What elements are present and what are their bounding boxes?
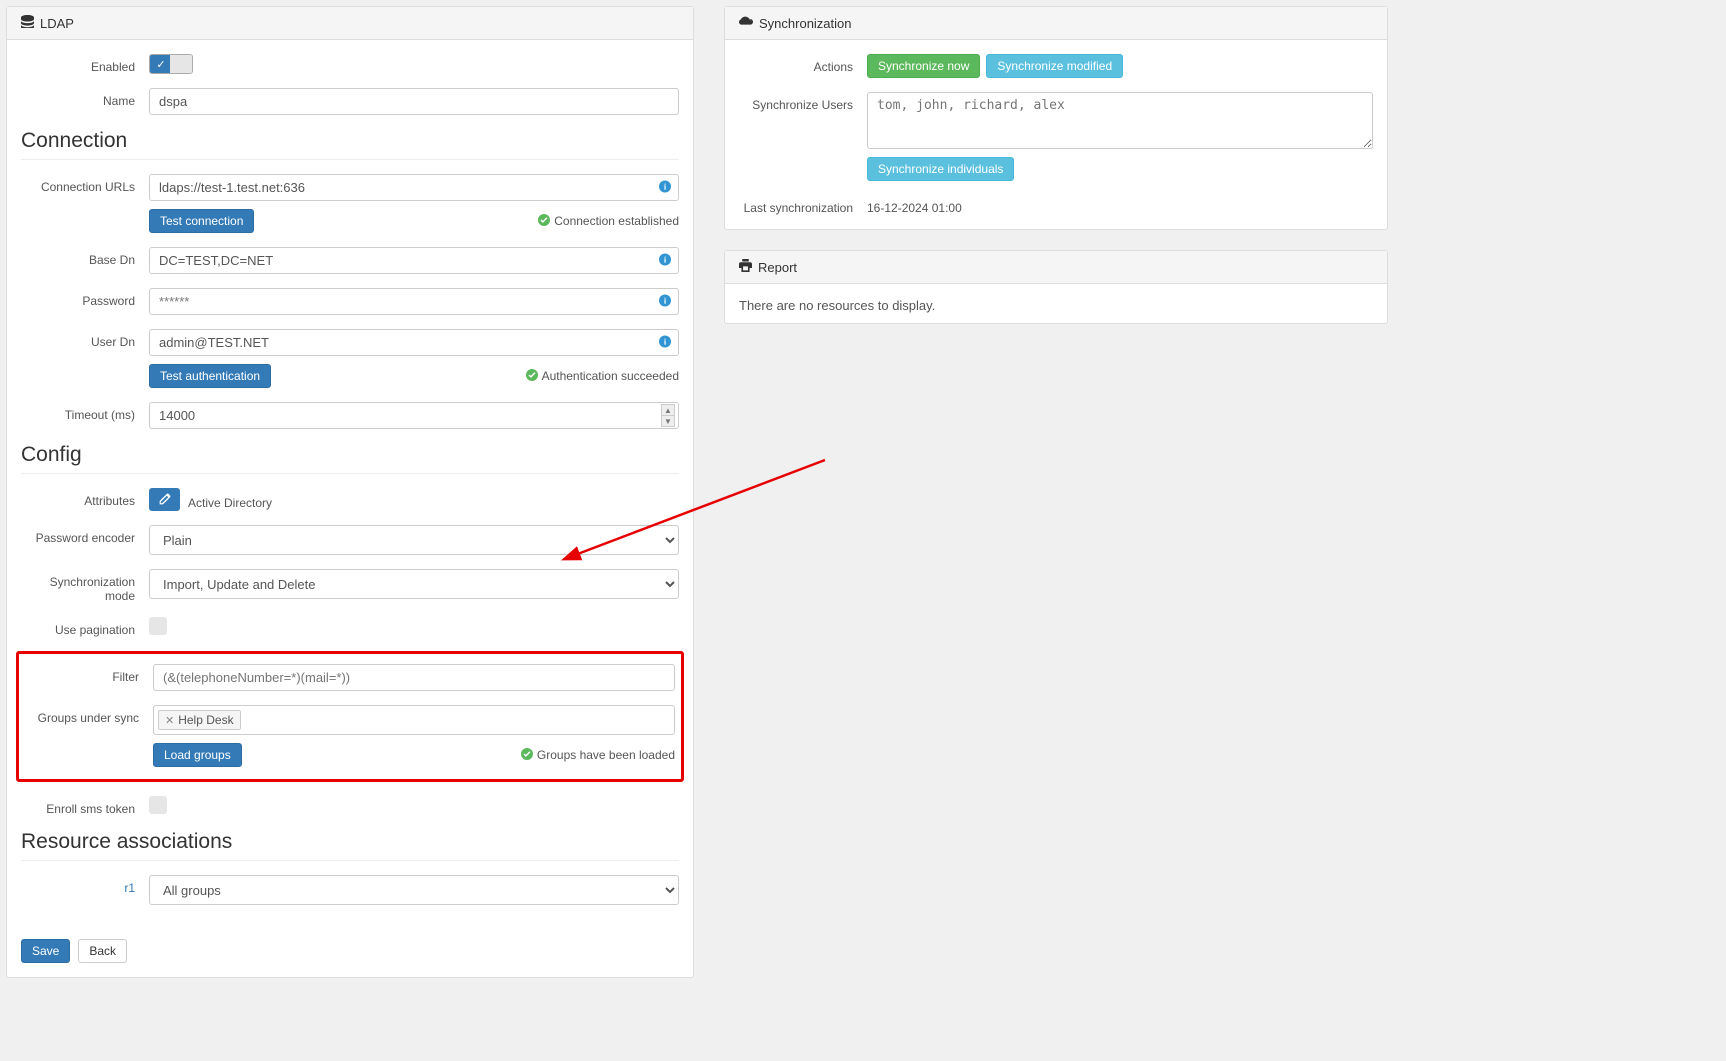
- report-panel-header: Report: [725, 251, 1387, 284]
- save-button[interactable]: Save: [21, 939, 70, 963]
- attributes-text: Active Directory: [188, 490, 272, 510]
- print-icon: [739, 259, 752, 275]
- report-empty-text: There are no resources to display.: [739, 298, 935, 313]
- last-sync-label: Last synchronization: [739, 195, 867, 215]
- base-dn-field[interactable]: [149, 247, 679, 274]
- filter-field[interactable]: [153, 664, 675, 691]
- password-label: Password: [21, 288, 149, 308]
- connection-urls-field[interactable]: [149, 174, 679, 201]
- test-connection-button[interactable]: Test connection: [149, 209, 254, 233]
- last-sync-value: 16-12-2024 01:00: [867, 195, 962, 215]
- check-circle-icon: [526, 369, 538, 384]
- name-label: Name: [21, 88, 149, 108]
- config-section-title: Config: [21, 443, 679, 474]
- sync-panel-header: Synchronization: [725, 7, 1387, 40]
- panel-title: LDAP: [40, 16, 74, 31]
- groups-label: Groups under sync: [25, 705, 153, 725]
- sync-now-button[interactable]: Synchronize now: [867, 54, 980, 78]
- sync-mode-select[interactable]: Import, Update and Delete: [149, 569, 679, 599]
- report-panel: Report There are no resources to display…: [724, 250, 1388, 324]
- enroll-sms-label: Enroll sms token: [21, 796, 149, 816]
- remove-tag-icon[interactable]: ✕: [165, 714, 174, 727]
- check-circle-icon: [538, 214, 550, 229]
- pwd-encoder-label: Password encoder: [21, 525, 149, 545]
- timeout-field[interactable]: [149, 402, 679, 429]
- sync-modified-button[interactable]: Synchronize modified: [986, 54, 1123, 78]
- highlight-annotation: Filter Groups under sync ✕ Help Desk: [16, 651, 684, 782]
- auth-status: Authentication succeeded: [526, 369, 679, 384]
- user-dn-label: User Dn: [21, 329, 149, 349]
- sync-individuals-button[interactable]: Synchronize individuals: [867, 157, 1014, 181]
- sync-users-label: Synchronize Users: [739, 92, 867, 112]
- user-dn-field[interactable]: [149, 329, 679, 356]
- sync-panel: Synchronization Actions Synchronize now …: [724, 6, 1388, 230]
- sync-mode-label: Synchronization mode: [21, 569, 149, 603]
- pwd-encoder-select[interactable]: Plain: [149, 525, 679, 555]
- groups-field[interactable]: ✕ Help Desk: [153, 705, 675, 735]
- connection-section-title: Connection: [21, 129, 679, 160]
- sync-users-field[interactable]: [867, 92, 1373, 149]
- enroll-sms-checkbox[interactable]: [149, 796, 167, 814]
- groups-status: Groups have been loaded: [521, 748, 675, 763]
- group-tag: ✕ Help Desk: [158, 710, 241, 730]
- storage-icon: [21, 15, 34, 31]
- test-auth-button[interactable]: Test authentication: [149, 364, 271, 388]
- ldap-panel: LDAP Enabled ✓ Name: [6, 6, 694, 978]
- check-icon: ✓: [150, 55, 172, 73]
- timeout-label: Timeout (ms): [21, 402, 149, 422]
- connection-status: Connection established: [538, 214, 679, 229]
- password-field[interactable]: [149, 288, 679, 315]
- r1-link[interactable]: r1: [21, 875, 149, 895]
- load-groups-button[interactable]: Load groups: [153, 743, 242, 767]
- name-field[interactable]: [149, 88, 679, 115]
- connection-urls-label: Connection URLs: [21, 174, 149, 194]
- edit-attributes-button[interactable]: [149, 488, 180, 511]
- panel-title: Synchronization: [759, 16, 852, 31]
- check-circle-icon: [521, 748, 533, 763]
- enabled-label: Enabled: [21, 54, 149, 74]
- cloud-icon: [739, 15, 753, 31]
- pagination-label: Use pagination: [21, 617, 149, 637]
- enabled-toggle[interactable]: ✓: [149, 54, 193, 74]
- pagination-checkbox[interactable]: [149, 617, 167, 635]
- ldap-panel-header: LDAP: [7, 7, 693, 40]
- resource-assoc-section-title: Resource associations: [21, 830, 679, 861]
- panel-title: Report: [758, 260, 797, 275]
- attributes-label: Attributes: [21, 488, 149, 508]
- filter-label: Filter: [25, 664, 153, 684]
- stepper-down[interactable]: ▼: [661, 415, 675, 427]
- back-button[interactable]: Back: [78, 939, 127, 963]
- actions-label: Actions: [739, 54, 867, 74]
- r1-select[interactable]: All groups: [149, 875, 679, 905]
- base-dn-label: Base Dn: [21, 247, 149, 267]
